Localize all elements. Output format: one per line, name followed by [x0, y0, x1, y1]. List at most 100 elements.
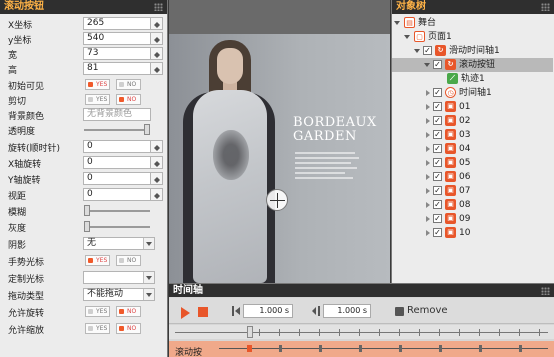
- tree-node-scroll-button[interactable]: ✓ ↻ 滚动按钮: [392, 58, 553, 72]
- visibility-checkbox[interactable]: ✓: [433, 144, 442, 153]
- expand-icon[interactable]: [426, 202, 433, 208]
- visibility-checkbox[interactable]: ✓: [433, 200, 442, 209]
- allow-rotate-yes-toggle[interactable]: YES: [85, 306, 110, 317]
- expand-icon[interactable]: [426, 90, 433, 96]
- rotation-input[interactable]: 0: [83, 140, 151, 153]
- tree-item[interactable]: ✓ ▣ 01: [392, 100, 553, 114]
- tree-node-scroll-timeline[interactable]: ✓ ↻ 滑动时间轴1: [392, 44, 553, 58]
- blur-slider-track[interactable]: [84, 210, 150, 212]
- visibility-checkbox[interactable]: ✓: [433, 130, 442, 139]
- playhead-handle[interactable]: [247, 326, 253, 338]
- perspective-input[interactable]: 0: [83, 188, 151, 201]
- expand-icon[interactable]: [426, 118, 433, 124]
- tree-node-stage[interactable]: ▤ 舞台: [392, 16, 553, 30]
- shadow-select[interactable]: 无: [83, 237, 155, 250]
- visibility-checkbox[interactable]: ✓: [433, 116, 442, 125]
- tree-item[interactable]: ✓ ▣ 02: [392, 114, 553, 128]
- blur-slider-thumb[interactable]: [84, 205, 90, 216]
- opacity-slider-thumb[interactable]: [144, 124, 150, 135]
- gray-slider-thumb[interactable]: [84, 221, 90, 232]
- visibility-checkbox[interactable]: ✓: [423, 46, 432, 55]
- keyframe[interactable]: [399, 345, 402, 352]
- visibility-checkbox[interactable]: ✓: [433, 172, 442, 181]
- height-spinner[interactable]: [151, 62, 163, 75]
- expand-icon[interactable]: [426, 188, 433, 194]
- tree-item[interactable]: ✓ ▣ 07: [392, 184, 553, 198]
- height-input[interactable]: 81: [83, 62, 151, 75]
- panel-grip-icon[interactable]: [541, 287, 550, 295]
- initial-visible-no-toggle[interactable]: NO: [116, 79, 141, 90]
- move-cross-icon[interactable]: [266, 189, 288, 211]
- gray-slider-track[interactable]: [84, 226, 150, 228]
- keyframe[interactable]: [359, 345, 362, 352]
- x-rotation-input[interactable]: 0: [83, 156, 151, 169]
- keyframe[interactable]: [279, 345, 282, 352]
- panel-grip-icon[interactable]: [154, 3, 163, 11]
- drag-type-select[interactable]: 不能拖动: [83, 288, 155, 301]
- timeline-track-row[interactable]: 滚动按: [169, 341, 554, 357]
- remove-icon[interactable]: [395, 307, 404, 316]
- width-input[interactable]: 73: [83, 47, 151, 60]
- x-spinner[interactable]: [151, 17, 163, 30]
- opacity-slider-track[interactable]: [84, 129, 150, 131]
- rotation-spinner[interactable]: [151, 140, 163, 153]
- timeline-ruler[interactable]: [169, 325, 554, 339]
- keyframe[interactable]: [319, 345, 322, 352]
- expand-icon[interactable]: [426, 132, 433, 138]
- duration-time-input[interactable]: 1.000 s: [323, 304, 371, 318]
- tree-item[interactable]: ✓ ▣ 10: [392, 226, 553, 240]
- tree-node-timeline[interactable]: ✓ ◷ 时间轴1: [392, 86, 553, 100]
- tree-item[interactable]: ✓ ▣ 04: [392, 142, 553, 156]
- y-spinner[interactable]: [151, 32, 163, 45]
- start-time-input[interactable]: 1.000 s: [243, 304, 293, 318]
- hand-cursor-yes-toggle[interactable]: YES: [85, 255, 110, 266]
- expand-icon[interactable]: [426, 160, 433, 166]
- tree-item[interactable]: ✓ ▣ 06: [392, 170, 553, 184]
- panel-grip-icon[interactable]: [541, 3, 550, 11]
- visibility-checkbox[interactable]: ✓: [433, 214, 442, 223]
- stop-icon[interactable]: [198, 307, 208, 317]
- y-rotation-input[interactable]: 0: [83, 172, 151, 185]
- expand-icon[interactable]: [426, 216, 433, 222]
- expand-icon[interactable]: [426, 104, 433, 110]
- visibility-checkbox[interactable]: ✓: [433, 228, 442, 237]
- x-rotation-spinner[interactable]: [151, 156, 163, 169]
- allow-scale-yes-toggle[interactable]: YES: [85, 323, 110, 334]
- keyframe[interactable]: [479, 345, 482, 352]
- stage-canvas[interactable]: BORDEAUX GARDEN: [169, 0, 390, 283]
- remove-button[interactable]: Remove: [407, 305, 448, 316]
- expand-icon[interactable]: [414, 49, 420, 56]
- width-spinner[interactable]: [151, 47, 163, 60]
- play-icon[interactable]: [181, 307, 190, 319]
- initial-visible-yes-toggle[interactable]: YES: [85, 79, 110, 90]
- x-coordinate-input[interactable]: 265: [83, 17, 151, 30]
- keyframe[interactable]: [439, 345, 442, 352]
- tree-node-track[interactable]: ⟋ 轨迹1: [392, 72, 553, 86]
- tree-item[interactable]: ✓ ▣ 03: [392, 128, 553, 142]
- allow-rotate-no-toggle[interactable]: NO: [116, 306, 141, 317]
- keyframe[interactable]: [519, 345, 522, 352]
- tree-item[interactable]: ✓ ▣ 08: [392, 198, 553, 212]
- expand-icon[interactable]: [426, 230, 433, 236]
- allow-scale-no-toggle[interactable]: NO: [116, 323, 141, 334]
- keyframe-active[interactable]: [247, 345, 252, 352]
- expand-icon[interactable]: [424, 63, 430, 70]
- bg-color-input[interactable]: 无背景颜色: [83, 108, 151, 121]
- y-coordinate-input[interactable]: 540: [83, 32, 151, 45]
- tree-node-page[interactable]: ▢ 页面1: [392, 30, 553, 44]
- visibility-checkbox[interactable]: ✓: [433, 88, 442, 97]
- expand-icon[interactable]: [426, 174, 433, 180]
- visibility-checkbox[interactable]: ✓: [433, 102, 442, 111]
- visibility-checkbox[interactable]: ✓: [433, 158, 442, 167]
- custom-cursor-select[interactable]: [83, 271, 155, 284]
- y-rotation-spinner[interactable]: [151, 172, 163, 185]
- visibility-checkbox[interactable]: ✓: [433, 60, 442, 69]
- tree-item[interactable]: ✓ ▣ 05: [392, 156, 553, 170]
- clip-yes-toggle[interactable]: YES: [85, 94, 110, 105]
- expand-icon[interactable]: [394, 21, 400, 28]
- tree-item[interactable]: ✓ ▣ 09: [392, 212, 553, 226]
- perspective-spinner[interactable]: [151, 188, 163, 201]
- clip-no-toggle[interactable]: NO: [116, 94, 141, 105]
- visibility-checkbox[interactable]: ✓: [433, 186, 442, 195]
- hand-cursor-no-toggle[interactable]: NO: [116, 255, 141, 266]
